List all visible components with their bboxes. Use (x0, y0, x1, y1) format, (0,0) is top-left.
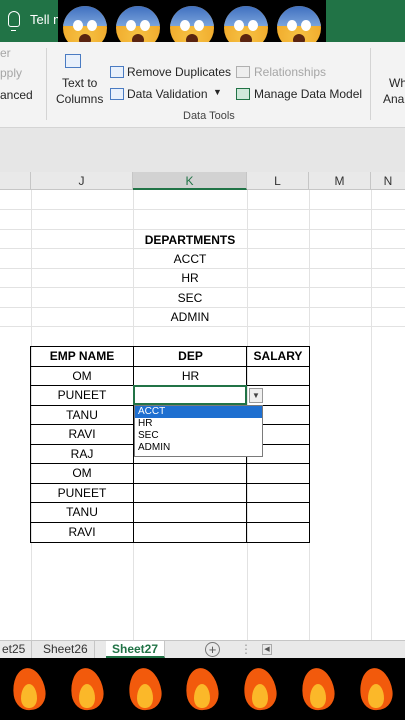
manage-data-model-button[interactable]: Manage Data Model (254, 87, 362, 101)
table-header-salary[interactable]: SALARY (247, 347, 309, 366)
table-header-emp-name[interactable]: EMP NAME (31, 347, 133, 366)
relationships-icon (236, 66, 250, 78)
dropdown-option-sec[interactable]: SEC (135, 430, 262, 442)
sheet-tab-26[interactable]: Sheet26 (37, 641, 95, 658)
data-validation-icon (110, 88, 124, 100)
sheet-tab-27[interactable]: Sheet27 (106, 641, 166, 658)
department-item[interactable]: SEC (133, 289, 247, 308)
fire-icon (356, 665, 396, 713)
table-cell-name[interactable]: RAVI (31, 425, 133, 444)
relationships-button[interactable]: Relationships (254, 65, 326, 79)
department-item[interactable]: ADMIN (133, 308, 247, 327)
what-if-analysis-label-2[interactable]: Ana (383, 92, 404, 106)
active-cell-dep[interactable] (133, 385, 247, 405)
column-header-l[interactable]: L (247, 172, 309, 190)
department-item[interactable]: ACCT (133, 250, 247, 269)
ribbon-data-tools: er pply anced Text to Columns Remove Dup… (0, 42, 405, 128)
group-label-data-tools: Data Tools (183, 110, 235, 122)
column-header-i[interactable] (0, 172, 31, 190)
formula-area (0, 128, 405, 172)
tab-separator-icon: ⋮ (240, 642, 252, 656)
validation-dropdown-list[interactable]: ACCT HR SEC ADMIN (134, 405, 263, 457)
fire-icon (9, 665, 49, 713)
fire-icon (67, 665, 107, 713)
text-to-columns-label-2[interactable]: Columns (56, 92, 103, 106)
table-cell-dep[interactable]: HR (134, 367, 247, 386)
department-item[interactable]: HR (133, 269, 247, 288)
column-header-k[interactable]: K (133, 172, 247, 190)
ribbon-separator (370, 48, 371, 120)
manage-data-model-icon (236, 88, 250, 100)
table-cell-name[interactable]: TANU (31, 406, 133, 425)
spreadsheet-grid[interactable]: J K L M N DEPARTMENTS ACCT HR SEC ADMIN … (0, 172, 405, 640)
column-header-m[interactable]: M (309, 172, 371, 190)
what-if-analysis-label-1[interactable]: Wh (389, 76, 405, 90)
departments-header[interactable]: DEPARTMENTS (133, 231, 247, 250)
ribbon-separator (46, 48, 47, 120)
table-cell-name[interactable]: RAVI (31, 523, 133, 542)
sheet-tab-25[interactable]: et25 (0, 641, 33, 658)
table-cell-name[interactable]: PUNEET (31, 386, 133, 405)
table-cell-name[interactable]: OM (31, 464, 133, 483)
text-to-columns-label-1[interactable]: Text to (62, 76, 97, 90)
lightbulb-icon (8, 11, 20, 31)
gridline (0, 229, 405, 230)
dropdown-option-admin[interactable]: ADMIN (135, 442, 262, 454)
ribbon-left-item-3[interactable]: anced (0, 88, 33, 102)
ribbon-left-item-2[interactable]: pply (0, 66, 22, 80)
chevron-down-icon[interactable]: ▼ (213, 87, 222, 97)
text-to-columns-icon (65, 54, 81, 68)
fire-icon (182, 665, 222, 713)
table-header-dep[interactable]: DEP (134, 347, 247, 366)
gridline (0, 209, 405, 210)
gridline (371, 190, 372, 640)
dropdown-option-acct[interactable]: ACCT (135, 406, 262, 418)
table-cell-name[interactable]: TANU (31, 503, 133, 522)
dropdown-option-hr[interactable]: HR (135, 418, 262, 430)
scroll-left-icon[interactable]: ◀ (262, 644, 272, 655)
fire-icon (240, 665, 280, 713)
remove-duplicates-icon (110, 66, 124, 78)
data-validation-button[interactable]: Data Validation (127, 87, 208, 101)
dropdown-arrow-icon[interactable]: ▼ (249, 388, 263, 403)
ribbon-left-item-1[interactable]: er (0, 46, 11, 60)
tell-me-search[interactable]: Tell m (8, 11, 64, 31)
fire-icon (125, 665, 165, 713)
table-cell-name[interactable]: PUNEET (31, 484, 133, 503)
column-header-n[interactable]: N (371, 172, 405, 190)
fire-icon (298, 665, 338, 713)
remove-duplicates-button[interactable]: Remove Duplicates (127, 65, 231, 79)
column-header-j[interactable]: J (31, 172, 133, 190)
emoji-overlay-bottom (0, 658, 405, 720)
table-cell-name[interactable]: OM (31, 367, 133, 386)
add-sheet-icon[interactable]: + (205, 642, 220, 657)
table-cell-name[interactable]: RAJ (31, 445, 133, 464)
sheet-tab-bar: et25 Sheet26 Sheet27 + ⋮ ◀ (0, 640, 405, 658)
